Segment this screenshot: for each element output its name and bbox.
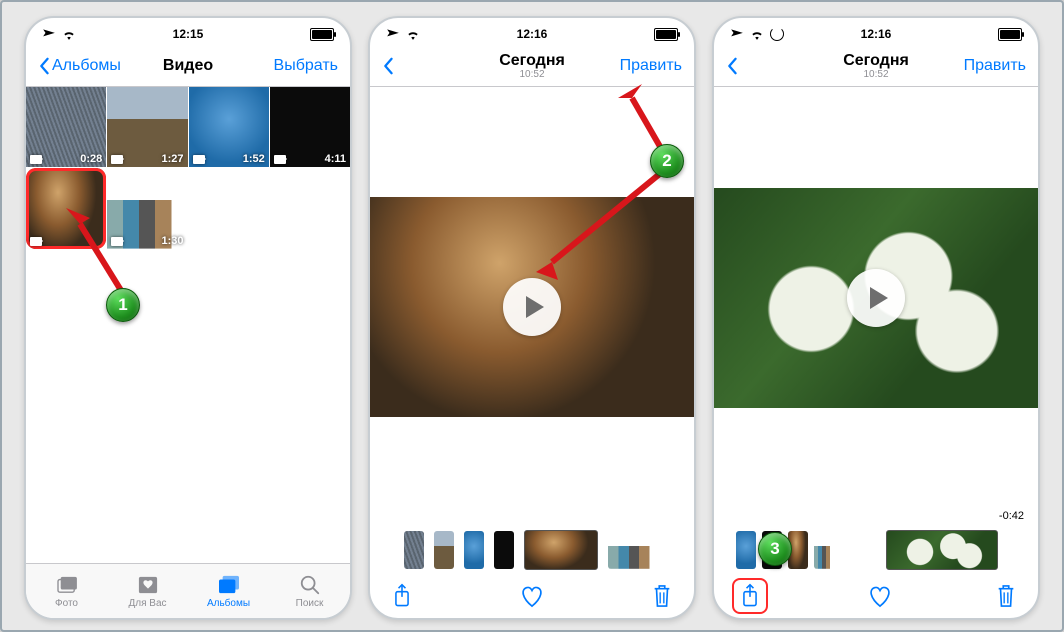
strip-thumb[interactable]	[608, 531, 660, 569]
photos-icon	[56, 576, 78, 594]
tab-albums[interactable]: Альбомы	[188, 564, 269, 618]
video-icon	[193, 155, 205, 164]
favorite-button[interactable]	[866, 582, 894, 610]
tab-label: Поиск	[296, 598, 324, 609]
search-icon	[299, 574, 321, 596]
video-duration: 0:28	[80, 153, 102, 165]
video-duration: 1:27	[161, 153, 183, 165]
thumbnail-strip[interactable]	[370, 526, 694, 574]
video-icon	[30, 237, 42, 246]
video-thumb[interactable]: 0:28	[26, 87, 106, 167]
status-bar: 12:16	[714, 18, 1038, 46]
play-icon	[870, 287, 888, 309]
step-marker-1: 1	[106, 288, 140, 322]
share-icon	[739, 583, 761, 609]
battery-icon	[654, 28, 678, 41]
tab-bar: Фото Для Вас Альбомы Поиск	[26, 563, 350, 618]
video-icon	[274, 155, 286, 164]
status-bar: 12:15	[26, 18, 350, 46]
tab-label: Альбомы	[207, 598, 250, 609]
nav-bar: Альбомы Видео Выбрать	[26, 46, 350, 86]
status-bar: 12:16	[370, 18, 694, 46]
strip-thumb-current[interactable]	[886, 530, 998, 570]
status-time: 12:15	[26, 27, 350, 41]
heart-icon	[867, 584, 893, 608]
play-button[interactable]	[847, 269, 905, 327]
video-thumb[interactable]: 4:11	[270, 87, 350, 167]
video-thumb[interactable]: 1:52	[189, 87, 269, 167]
favorite-button[interactable]	[518, 582, 546, 610]
tab-label: Фото	[55, 598, 78, 609]
strip-thumb-current[interactable]	[524, 530, 598, 570]
annotation-arrow-1	[62, 202, 142, 302]
nav-title: Сегодня 10:52	[370, 52, 694, 80]
share-icon	[391, 583, 413, 609]
battery-icon	[998, 28, 1022, 41]
phone-3: 12:16 Сегодня 10:52 Править -0:42	[712, 16, 1040, 620]
albums-icon	[218, 575, 240, 595]
share-button[interactable]	[388, 582, 416, 610]
step-marker-3: 3	[758, 532, 792, 566]
foryou-icon	[137, 575, 159, 595]
remaining-time: -0:42	[714, 508, 1038, 526]
strip-thumb[interactable]	[434, 531, 454, 569]
heart-icon	[519, 584, 545, 608]
strip-thumb[interactable]	[404, 531, 424, 569]
video-duration: 1:30	[161, 235, 183, 247]
strip-thumb[interactable]	[494, 531, 514, 569]
video-icon	[111, 155, 123, 164]
nav-bar: Сегодня 10:52 Править	[714, 46, 1038, 86]
nav-title: Видео	[26, 57, 350, 75]
bottom-toolbar	[370, 574, 694, 618]
status-time: 12:16	[370, 27, 694, 41]
trash-icon	[651, 583, 673, 609]
trash-button[interactable]	[992, 582, 1020, 610]
video-icon	[30, 155, 42, 164]
battery-icon	[310, 28, 334, 41]
annotation-arrow-2b	[522, 172, 672, 292]
tab-search[interactable]: Поиск	[269, 564, 350, 618]
bottom-toolbar	[714, 574, 1038, 618]
strip-thumb[interactable]	[814, 531, 834, 569]
nav-title: Сегодня 10:52	[714, 52, 1038, 80]
video-duration: 1:52	[243, 153, 265, 165]
video-preview[interactable]	[714, 87, 1038, 508]
tutorial-canvas: 12:15 Альбомы Видео Выбрать 0:28 1:2	[0, 0, 1064, 632]
step-marker-2: 2	[650, 144, 684, 178]
tab-photo[interactable]: Фото	[26, 564, 107, 618]
video-thumb[interactable]: 1:27	[107, 87, 187, 167]
share-button[interactable]	[732, 578, 768, 614]
video-duration: 4:11	[325, 153, 346, 165]
status-time: 12:16	[714, 27, 1038, 41]
strip-thumb[interactable]	[464, 531, 484, 569]
tab-label: Для Вас	[128, 598, 166, 609]
play-icon	[526, 296, 544, 318]
trash-icon	[995, 583, 1017, 609]
trash-button[interactable]	[648, 582, 676, 610]
phone-1: 12:15 Альбомы Видео Выбрать 0:28 1:2	[24, 16, 352, 620]
tab-foryou[interactable]: Для Вас	[107, 564, 188, 618]
strip-thumb[interactable]	[736, 531, 756, 569]
